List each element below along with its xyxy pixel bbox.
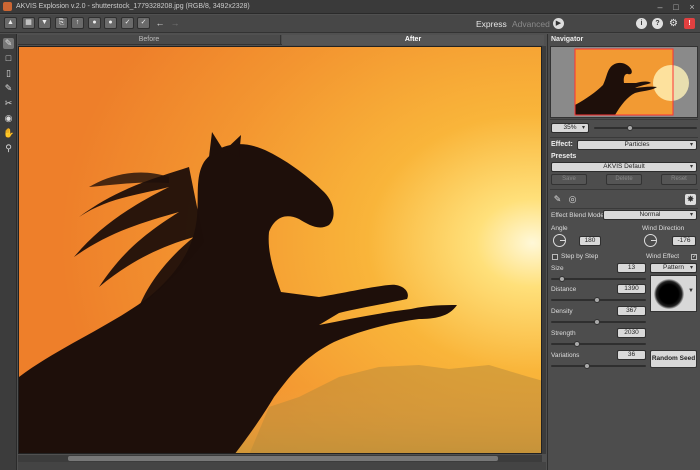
angle-value[interactable]: 180 bbox=[579, 236, 601, 246]
share-icon[interactable]: ↑ bbox=[71, 17, 84, 29]
horse-photo bbox=[19, 47, 541, 453]
wind-direction-dial[interactable] bbox=[644, 234, 657, 247]
help-icon[interactable]: ? bbox=[652, 18, 663, 29]
presets-label: Presets bbox=[551, 153, 577, 160]
before-after-tabs: Before After bbox=[18, 35, 544, 45]
tool-strip: ✎ □ ▯ ✎ ✂ ◉ ✋ ⚲ bbox=[0, 34, 17, 470]
strength-slider[interactable] bbox=[551, 341, 646, 347]
undo-icon[interactable]: ← bbox=[155, 17, 165, 29]
zoom-dropdown[interactable]: 35% bbox=[551, 123, 589, 133]
maximize-button[interactable]: □ bbox=[668, 1, 684, 13]
apply-all-icon[interactable]: ✓ bbox=[137, 17, 150, 29]
status-bar bbox=[18, 462, 546, 470]
canvas-tab-icon[interactable]: ◎ bbox=[567, 194, 578, 205]
run-icon[interactable]: ▶ bbox=[553, 18, 564, 29]
size-label: Size bbox=[551, 265, 564, 272]
save-preset-button[interactable]: Save bbox=[551, 174, 587, 185]
wind-direction-value[interactable]: -176 bbox=[672, 236, 696, 246]
angle-label: Angle bbox=[551, 225, 568, 232]
scroll-thumb[interactable] bbox=[68, 456, 498, 461]
blend-mode-label: Effect Blend Mode bbox=[551, 212, 604, 219]
strength-slider-knob[interactable] bbox=[574, 341, 580, 347]
presets-dropdown[interactable]: AKVIS Default bbox=[551, 162, 697, 172]
batch-icon[interactable]: ▦ bbox=[22, 17, 35, 29]
load-strokes-icon[interactable]: ● bbox=[88, 17, 101, 29]
reset-preset-button[interactable]: Reset bbox=[661, 174, 697, 185]
tips-icon[interactable]: ! bbox=[684, 18, 695, 29]
history-brush-icon[interactable]: ✎ bbox=[3, 83, 14, 94]
variations-slider[interactable] bbox=[551, 363, 646, 369]
size-slider[interactable] bbox=[551, 276, 646, 282]
effect-label: Effect: bbox=[551, 141, 573, 148]
distance-slider[interactable] bbox=[551, 297, 646, 303]
size-value[interactable]: 13 bbox=[617, 263, 646, 273]
navigator-thumbnail bbox=[551, 47, 697, 117]
params-tab-icon[interactable]: ✎ bbox=[552, 194, 563, 205]
wind-effect-label: Wind Effect bbox=[646, 253, 680, 260]
density-slider[interactable] bbox=[551, 319, 646, 325]
app-window: AKVIS Explosion v.2.0 - shutterstock_177… bbox=[0, 0, 700, 470]
zoom-slider-knob[interactable] bbox=[627, 125, 633, 131]
angle-dial[interactable] bbox=[553, 234, 566, 247]
tab-before[interactable]: Before bbox=[18, 35, 281, 45]
info-icon[interactable]: i bbox=[636, 18, 647, 29]
zoom-tool-icon[interactable]: ⚲ bbox=[3, 143, 14, 154]
density-value[interactable]: 367 bbox=[617, 306, 646, 316]
hand-tool-icon[interactable]: ✋ bbox=[3, 128, 14, 139]
wind-effect-checkbox[interactable]: ✓ bbox=[691, 254, 697, 260]
navigator-preview[interactable] bbox=[550, 46, 698, 118]
image-canvas[interactable] bbox=[18, 46, 542, 454]
minimize-button[interactable]: – bbox=[652, 1, 668, 13]
redo-icon[interactable]: → bbox=[170, 17, 180, 29]
selection-tool-icon[interactable]: □ bbox=[3, 53, 14, 64]
brush-tool-icon[interactable]: ✎ bbox=[3, 38, 14, 49]
close-button[interactable]: × bbox=[684, 1, 700, 13]
crop-tool-icon[interactable]: ✂ bbox=[3, 98, 14, 109]
distance-value[interactable]: 1390 bbox=[617, 284, 646, 294]
density-slider-knob[interactable] bbox=[594, 319, 600, 325]
settings-tab-icon[interactable]: ✸ bbox=[685, 194, 696, 205]
mode-express-tab[interactable]: Express bbox=[476, 19, 507, 29]
strength-value[interactable]: 2030 bbox=[617, 328, 646, 338]
strength-label: Strength bbox=[551, 330, 576, 337]
distance-slider-knob[interactable] bbox=[594, 297, 600, 303]
print-icon[interactable]: ⎘ bbox=[55, 17, 68, 29]
tab-after[interactable]: After bbox=[282, 35, 544, 45]
variations-label: Variations bbox=[551, 352, 580, 359]
app-icon bbox=[3, 2, 12, 11]
size-slider-knob[interactable] bbox=[559, 276, 565, 282]
density-label: Density bbox=[551, 308, 573, 315]
blend-mode-dropdown[interactable]: Normal bbox=[603, 210, 697, 220]
distance-label: Distance bbox=[551, 286, 577, 293]
variations-value[interactable]: 36 bbox=[617, 350, 646, 360]
step-by-step-checkbox[interactable] bbox=[552, 254, 558, 260]
settings-icon[interactable]: ⚙ bbox=[668, 18, 679, 29]
variations-slider-knob[interactable] bbox=[584, 363, 590, 369]
mode-advanced-tab[interactable]: Advanced bbox=[512, 19, 550, 29]
open-image-icon[interactable]: ▲ bbox=[4, 17, 17, 29]
vertical-scrollbar[interactable] bbox=[542, 46, 546, 454]
navigator-title: Navigator bbox=[551, 36, 584, 43]
pattern-brush-icon bbox=[654, 279, 684, 309]
pattern-arrow-icon: ▼ bbox=[688, 288, 694, 294]
save-icon[interactable]: ▼ bbox=[38, 17, 51, 29]
random-seed-button[interactable]: Random Seed bbox=[650, 350, 697, 368]
pattern-dropdown[interactable]: Pattern bbox=[650, 263, 697, 273]
pattern-preview[interactable]: ▼ bbox=[650, 275, 697, 312]
eraser-tool-icon[interactable]: ▯ bbox=[3, 68, 14, 79]
save-strokes-icon[interactable]: ● bbox=[104, 17, 117, 29]
color-picker-icon[interactable]: ◉ bbox=[3, 113, 14, 124]
wind-direction-label: Wind Direction bbox=[642, 225, 685, 232]
settings-panel: Navigator 35% Effect: Particles Presets … bbox=[547, 34, 700, 470]
title-bar: AKVIS Explosion v.2.0 - shutterstock_177… bbox=[0, 0, 700, 14]
effect-dropdown[interactable]: Particles bbox=[577, 140, 697, 150]
delete-preset-button[interactable]: Delete bbox=[606, 174, 642, 185]
zoom-slider[interactable] bbox=[594, 125, 697, 131]
window-title: AKVIS Explosion v.2.0 - shutterstock_177… bbox=[16, 3, 250, 10]
toolbar: ▲ ▦ ▼ ⎘ ↑ ● ● ✓ ✓ ← → Express Advanced ▶… bbox=[0, 15, 700, 33]
horizontal-scrollbar[interactable] bbox=[18, 455, 542, 462]
step-by-step-label: Step by Step bbox=[561, 253, 599, 260]
apply-icon[interactable]: ✓ bbox=[121, 17, 134, 29]
